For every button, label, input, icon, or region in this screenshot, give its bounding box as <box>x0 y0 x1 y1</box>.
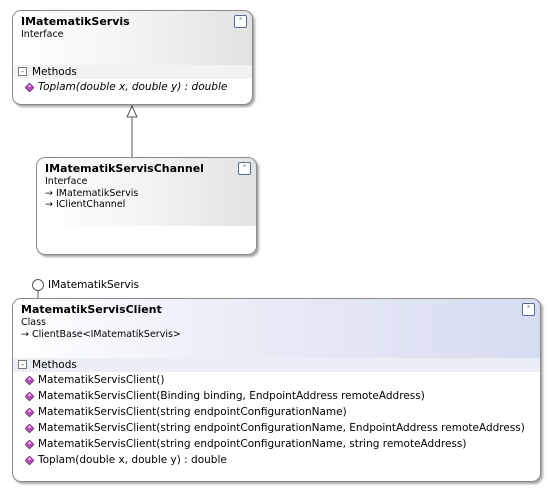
inherit-arrow-icon: → <box>45 199 53 210</box>
interface-header: IMatematikServis Interface ˄ <box>13 11 252 65</box>
inherit-arrow-icon: → <box>45 188 53 199</box>
methods-list: MatematikServisClient() MatematikServisCl… <box>13 372 540 468</box>
inherit-arrow-icon: → <box>21 329 29 340</box>
inherited-interface-name: IMatematikServis <box>56 188 139 199</box>
method-text: Toplam(double x, double y) : double <box>38 454 227 466</box>
methods-label: Methods <box>32 66 77 78</box>
interface-header: IMatematikServisChannel Interface → IMate… <box>37 158 256 226</box>
method-icon <box>25 440 34 449</box>
methods-label: Methods <box>32 359 77 371</box>
collapse-chevron-icon[interactable]: ˄ <box>238 162 251 175</box>
interface-kind: Interface <box>21 29 64 40</box>
class-matematikservisclient[interactable]: MatematikServisClient Class → ClientBase<… <box>12 298 541 482</box>
methods-compartment-header[interactable]: - Methods <box>13 65 252 79</box>
method-icon <box>25 456 34 465</box>
method-text: MatematikServisClient(string endpointCon… <box>38 422 525 434</box>
method-text: MatematikServisClient(string endpointCon… <box>38 406 347 418</box>
class-title: MatematikServisClient <box>21 303 162 316</box>
inherited-interface-name: IClientChannel <box>56 199 126 210</box>
inherited-interface: → IClientChannel <box>45 199 248 210</box>
base-class: → ClientBase<IMatematikServis> <box>21 329 532 340</box>
base-class-name: ClientBase<IMatematikServis> <box>32 329 181 340</box>
interface-imatematikservis[interactable]: IMatematikServis Interface ˄ - Methods To… <box>12 10 253 105</box>
interface-title: IMatematikServisChannel <box>45 162 204 175</box>
method-text: MatematikServisClient(Binding binding, E… <box>38 390 425 402</box>
class-diagram-canvas: IMatematikServis Interface ˄ - Methods To… <box>0 0 549 492</box>
method-item[interactable]: Toplam(double x, double y) : double <box>13 79 252 95</box>
inheritance-arrowhead <box>126 104 138 118</box>
method-icon <box>25 83 34 92</box>
collapse-chevron-icon[interactable]: ˄ <box>234 15 247 28</box>
method-item[interactable]: MatematikServisClient() <box>13 372 540 388</box>
class-kind: Class <box>21 317 46 328</box>
collapse-minus-icon[interactable]: - <box>18 67 27 76</box>
class-header: MatematikServisClient Class → ClientBase<… <box>13 299 540 358</box>
method-icon <box>25 424 34 433</box>
method-icon <box>25 392 34 401</box>
collapse-chevron-icon[interactable]: ˄ <box>522 303 535 316</box>
method-item[interactable]: Toplam(double x, double y) : double <box>13 452 540 468</box>
methods-compartment-header[interactable]: - Methods <box>13 358 540 372</box>
method-icon <box>25 408 34 417</box>
method-item[interactable]: MatematikServisClient(string endpointCon… <box>13 436 540 452</box>
method-icon <box>25 376 34 385</box>
method-item[interactable]: MatematikServisClient(string endpointCon… <box>13 420 540 436</box>
method-text: Toplam(double x, double y) : double <box>38 81 228 93</box>
method-text: MatematikServisClient() <box>38 374 165 386</box>
interface-kind: Interface <box>45 176 88 187</box>
interface-title: IMatematikServis <box>21 15 130 28</box>
method-item[interactable]: MatematikServisClient(Binding binding, E… <box>13 388 540 404</box>
inherited-interface: → IMatematikServis <box>45 188 248 199</box>
method-text: MatematikServisClient(string endpointCon… <box>38 438 467 450</box>
lollipop-circle <box>32 279 44 291</box>
collapse-minus-icon[interactable]: - <box>18 360 27 369</box>
interface-imatematikservischannel[interactable]: IMatematikServisChannel Interface → IMate… <box>36 157 257 255</box>
lollipop-interface-label: IMatematikServis <box>48 279 139 291</box>
method-item[interactable]: MatematikServisClient(string endpointCon… <box>13 404 540 420</box>
